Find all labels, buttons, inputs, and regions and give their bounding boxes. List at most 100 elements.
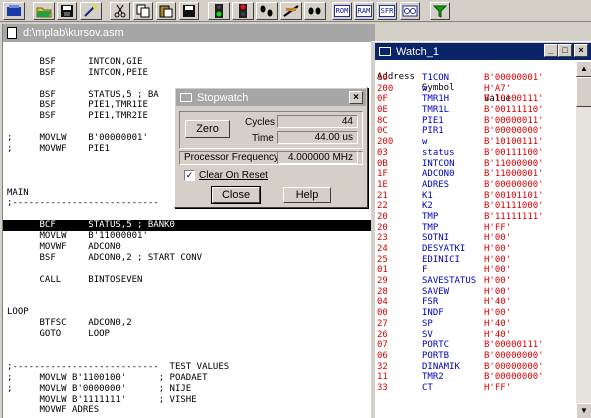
code-line[interactable]: LOOP: [3, 307, 375, 318]
document-icon: [7, 27, 17, 39]
watch-row[interactable]: 0E TMR1L B'00111110': [375, 105, 575, 116]
watch-row[interactable]: 25 EDINICI H'00': [375, 255, 575, 266]
code-line[interactable]: BCF STATUS,5 ; BANK0: [3, 220, 375, 232]
paste-button[interactable]: [156, 2, 176, 20]
watch-row[interactable]: 28 SAVEW H'00': [375, 287, 575, 298]
watch-row[interactable]: 200 w H'A7': [375, 84, 575, 95]
watch-row[interactable]: 24 DESYATKI H'00': [375, 244, 575, 255]
watch-symbol: PIE1: [422, 115, 444, 126]
watch-value: H'00': [484, 265, 512, 276]
code-line[interactable]: BSF ADCON0,2 ; START CONV: [3, 253, 375, 264]
open-button[interactable]: [33, 2, 55, 20]
run-button[interactable]: [208, 2, 230, 20]
watch-row[interactable]: 33 CT H'FF': [375, 383, 575, 394]
close-button[interactable]: ×: [574, 44, 588, 57]
code-line[interactable]: MOVLW B'11000001': [3, 231, 375, 242]
find-button[interactable]: [80, 2, 102, 20]
code-line[interactable]: BSF INTCON,GIE: [3, 57, 375, 68]
code-line[interactable]: [3, 264, 375, 275]
scroll-up-button[interactable]: ▲: [576, 61, 591, 77]
code-line[interactable]: BTFSC ADCON0,2: [3, 318, 375, 329]
code-line[interactable]: ; MOVLW B'1100100' ; POADAET: [3, 373, 375, 384]
code-line[interactable]: [3, 46, 375, 57]
code-line[interactable]: MOVWF ADCON0: [3, 242, 375, 253]
step-button[interactable]: [256, 2, 278, 20]
watch-row[interactable]: 11 TMR2 B'00000000': [375, 372, 575, 383]
clear-on-reset-label: Clear On Reset: [199, 170, 268, 181]
watch-row[interactable]: 26 SV H'40': [375, 330, 575, 341]
watch-row[interactable]: 27 SP H'40': [375, 319, 575, 330]
watch-row[interactable]: 03 status B'00111100': [375, 148, 575, 159]
editor-window: d:\mplab\kursov.asm BSF INTCON,GIE BSF I…: [2, 24, 375, 418]
watch-row[interactable]: 32 DINAMIK B'00000000': [375, 362, 575, 373]
copy-button[interactable]: [133, 2, 153, 20]
zero-label: Zero: [196, 123, 219, 135]
save-button[interactable]: [57, 2, 77, 20]
zero-button[interactable]: Zero: [185, 120, 230, 138]
watch-address: 0F: [377, 94, 388, 105]
code-line[interactable]: [3, 209, 375, 220]
watch-row[interactable]: 20 TMP B'11111111': [375, 212, 575, 223]
stopwatch-close-button[interactable]: ×: [349, 91, 363, 104]
maximize-button[interactable]: □: [558, 44, 572, 57]
watch-address: 25: [377, 254, 388, 265]
halt-button[interactable]: [232, 2, 254, 20]
watch-address: 27: [377, 318, 388, 329]
ram-button[interactable]: RAM: [354, 2, 374, 20]
code-line[interactable]: BSF INTCON,PEIE: [3, 68, 375, 79]
watch-row[interactable]: 0B INTCON B'11000000': [375, 159, 575, 170]
watch-row[interactable]: 07 PORTC B'00000111': [375, 340, 575, 351]
code-line[interactable]: [3, 286, 375, 297]
watch-row[interactable]: 01 F H'00': [375, 265, 575, 276]
close-dialog-button[interactable]: Close: [211, 186, 261, 204]
watch-row[interactable]: 23 SOTNI H'00': [375, 233, 575, 244]
code-line[interactable]: MOVWF ADRES: [3, 405, 375, 416]
watch-row[interactable]: 8C PIE1 B'00000011': [375, 116, 575, 127]
editor-titlebar[interactable]: d:\mplab\kursov.asm: [3, 24, 375, 42]
cut-button[interactable]: [110, 2, 130, 20]
watch-row[interactable]: 00 INDF H'00': [375, 308, 575, 319]
watch-address: 00: [377, 308, 388, 319]
watch-row[interactable]: 1E ADRES B'00000000': [375, 180, 575, 191]
watch-row[interactable]: 29 SAVESTATUS H'00': [375, 276, 575, 287]
watch-row[interactable]: 0F TMR1H B'10100111': [375, 94, 575, 105]
frequency-field[interactable]: 4.000000 MHz: [277, 151, 358, 164]
reset-button[interactable]: [304, 2, 326, 20]
code-line[interactable]: CALL BINTOSEVEN: [3, 275, 375, 286]
code-line[interactable]: ;--------------------------- TEST VALUES: [3, 362, 375, 373]
code-line[interactable]: [3, 351, 375, 362]
rom-button[interactable]: ROM: [332, 2, 352, 20]
clear-on-reset-checkbox[interactable]: ✓: [184, 170, 195, 181]
watch-row[interactable]: 1F ADCON0 B'11000001': [375, 169, 575, 180]
sfr-label: SFR: [378, 5, 396, 17]
watch-row[interactable]: 22 K2 B'01111000': [375, 201, 575, 212]
watch-symbol: PORTC: [422, 340, 450, 351]
watch-row[interactable]: 21 K1 B'00101101': [375, 191, 575, 202]
code-line[interactable]: [3, 340, 375, 351]
sfr-button[interactable]: SFR: [377, 2, 397, 20]
watch-row[interactable]: 04 FSR H'40': [375, 297, 575, 308]
code-line[interactable]: ; MOVLW B'0000000' ; NIJE: [3, 384, 375, 395]
step-over-button[interactable]: [280, 2, 302, 20]
watch-row[interactable]: 20 TMP H'FF': [375, 223, 575, 234]
watch-value: B'00000000': [484, 350, 544, 361]
watch-row[interactable]: 10 T1CON B'00000001': [375, 73, 575, 84]
code-line[interactable]: MOVLW B'1111111' ; VISHE: [3, 395, 375, 406]
scroll-down-button[interactable]: ▼: [576, 403, 591, 418]
watch-row[interactable]: 200 w B'10100111': [375, 137, 575, 148]
watch-address: 10: [377, 73, 388, 83]
scroll-thumb[interactable]: [576, 77, 591, 107]
code-line[interactable]: [3, 296, 375, 307]
stopwatch-titlebar[interactable]: Stopwatch ×: [176, 89, 366, 106]
filter-button[interactable]: [430, 2, 450, 20]
watch-button[interactable]: [400, 2, 420, 20]
minimize-button[interactable]: _: [544, 44, 558, 57]
project-button[interactable]: [3, 2, 25, 20]
watch-row[interactable]: 06 PORTB B'00000000': [375, 351, 575, 362]
code-line[interactable]: GOTO LOOP: [3, 329, 375, 340]
help-button[interactable]: Help: [283, 187, 331, 203]
watch-scrollbar[interactable]: ▲ ▼: [576, 61, 591, 418]
window-icon: [379, 47, 391, 56]
save-all-button[interactable]: [179, 2, 199, 20]
watch-row[interactable]: 0C PIR1 B'00000000': [375, 126, 575, 137]
